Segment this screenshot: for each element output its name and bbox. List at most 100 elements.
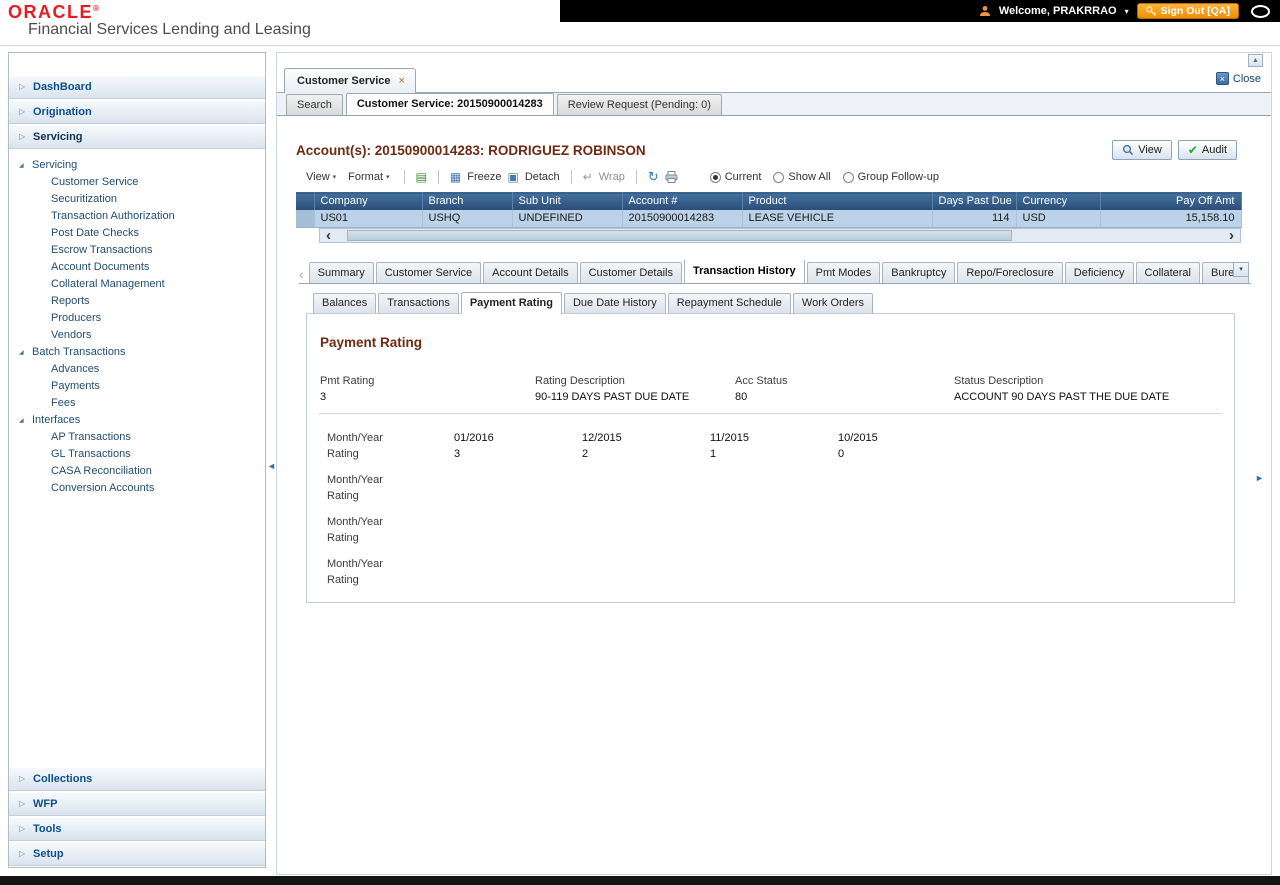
tab-customer-service-window[interactable]: Customer Service ×	[284, 68, 416, 93]
radio-dot	[709, 171, 721, 183]
tree-item-reports[interactable]: Reports	[19, 293, 265, 310]
tree-item-advances[interactable]: Advances	[19, 361, 265, 378]
tree-item-gl-transactions[interactable]: GL Transactions	[19, 446, 265, 463]
account-row[interactable]: US01 USHQ UNDEFINED 20150900014283 LEASE…	[296, 209, 1242, 228]
tab-customer-service-account[interactable]: Customer Service: 20150900014283	[345, 93, 554, 115]
oracle-logo: ORACLE®	[8, 2, 99, 22]
tab-search[interactable]: Search	[286, 94, 343, 115]
welcome-text[interactable]: Welcome, PRAKRRAO	[999, 5, 1117, 17]
col-branch[interactable]: Branch	[422, 192, 513, 210]
tab-bankruptcy[interactable]: Bankruptcy	[882, 262, 956, 283]
tree-item-transaction-authorization[interactable]: Transaction Authorization	[19, 208, 265, 225]
detach-button[interactable]: Detach	[525, 171, 560, 183]
tab-work-orders[interactable]: Work Orders	[792, 293, 874, 313]
sidebar-item-dashboard[interactable]: ▷ DashBoard	[9, 75, 265, 99]
scroll-up-button[interactable]: ▲	[1248, 54, 1263, 67]
cell-product: LEASE VEHICLE	[742, 209, 933, 228]
col-days-past-due[interactable]: Days Past Due	[932, 192, 1017, 210]
tree-item-collateral-management[interactable]: Collateral Management	[19, 276, 265, 293]
tab-pmt-modes[interactable]: Pmt Modes	[806, 262, 881, 283]
tree-item-securitization[interactable]: Securitization	[19, 191, 265, 208]
sidebar-item-collections[interactable]: ▷ Collections	[9, 767, 265, 791]
taskbar-strip	[0, 876, 1280, 885]
window-tab-bar: Customer Service × × Close	[277, 68, 1271, 93]
rating-history-row: Month/Year Rating	[327, 558, 383, 586]
col-sub-unit[interactable]: Sub Unit	[512, 192, 623, 210]
tab-payment-rating[interactable]: Payment Rating	[460, 292, 562, 314]
chevron-right-icon: ▷	[19, 824, 26, 833]
col-product[interactable]: Product	[742, 192, 933, 210]
freeze-button[interactable]: Freeze	[467, 171, 501, 183]
tab-customer-details[interactable]: Customer Details	[579, 262, 682, 283]
tab-repayment-schedule[interactable]: Repayment Schedule	[667, 293, 791, 313]
view-menu-button[interactable]: View ▾	[303, 169, 339, 185]
wrap-icon: ↵	[582, 170, 593, 184]
tabs-overflow-dropdown-icon[interactable]: ▾	[1233, 262, 1249, 277]
radio-show-all[interactable]: Show All	[773, 171, 831, 183]
product-title: Financial Services Lending and Leasing	[28, 21, 311, 38]
col-company[interactable]: Company	[314, 192, 423, 210]
tree-item-ap-transactions[interactable]: AP Transactions	[19, 429, 265, 446]
tab-account-details[interactable]: Account Details	[483, 262, 578, 283]
tab-close-icon[interactable]: ×	[399, 75, 405, 87]
tabs-scroll-left-icon[interactable]: ‹	[299, 267, 304, 281]
radio-current[interactable]: Current	[709, 171, 761, 183]
tab-summary[interactable]: Summary	[308, 262, 374, 283]
tree-node-interfaces[interactable]: ◢ Interfaces	[19, 412, 265, 429]
tab-transaction-history[interactable]: Transaction History	[683, 260, 805, 283]
tab-repo-foreclosure[interactable]: Repo/Foreclosure	[957, 262, 1063, 283]
tab-collateral[interactable]: Collateral	[1135, 262, 1200, 283]
tab-deficiency[interactable]: Deficiency	[1064, 262, 1134, 283]
tab-due-date-history[interactable]: Due Date History	[563, 293, 666, 313]
close-link[interactable]: × Close	[1215, 72, 1261, 85]
tab-customer-service[interactable]: Customer Service	[375, 262, 482, 283]
rating-history-row: Month/Year Rating	[327, 516, 383, 544]
tab-transactions[interactable]: Transactions	[378, 293, 459, 313]
tree-item-producers[interactable]: Producers	[19, 310, 265, 327]
rating-summary-fields: Pmt Rating 3 Rating Description 90-119 D…	[320, 375, 1234, 403]
col-pay-off-amt[interactable]: Pay Off Amt	[1100, 192, 1242, 210]
scroll-left-arrow-icon[interactable]: ‹	[320, 228, 337, 243]
tree-item-conversion-accounts[interactable]: Conversion Accounts	[19, 480, 265, 497]
panel-expand-icon[interactable]: ►	[1255, 473, 1264, 483]
sidebar-item-servicing[interactable]: ▷ Servicing	[9, 125, 265, 149]
tab-review-request[interactable]: Review Request (Pending: 0)	[556, 94, 722, 115]
tree-item-account-documents[interactable]: Account Documents	[19, 259, 265, 276]
tree-item-escrow-transactions[interactable]: Escrow Transactions	[19, 242, 265, 259]
sign-out-button[interactable]: Sign Out [QA]	[1136, 3, 1239, 19]
row-selector-cell[interactable]	[296, 209, 315, 228]
toolbar-separator	[635, 170, 637, 184]
app-header: ORACLE® Financial Services Lending and L…	[0, 0, 1280, 46]
tree-node-batch-transactions[interactable]: ◢ Batch Transactions	[19, 344, 265, 361]
field-acc-status: Acc Status 80	[735, 375, 788, 403]
export-to-excel-icon[interactable]: ▤	[416, 171, 427, 183]
sidebar-item-setup[interactable]: ▷ Setup	[9, 842, 265, 866]
col-currency[interactable]: Currency	[1016, 192, 1101, 210]
sidebar-item-tools[interactable]: ▷ Tools	[9, 817, 265, 841]
print-icon[interactable]	[665, 171, 678, 183]
check-icon: ✔	[1187, 143, 1198, 157]
radio-group-follow-up[interactable]: Group Follow-up	[842, 171, 939, 183]
audit-button[interactable]: ✔ Audit	[1177, 140, 1237, 160]
tree-node-servicing[interactable]: ◢ Servicing	[19, 157, 265, 174]
tree-item-customer-service[interactable]: Customer Service	[19, 174, 265, 191]
tree-item-post-date-checks[interactable]: Post Date Checks	[19, 225, 265, 242]
sidebar-item-wfp[interactable]: ▷ WFP	[9, 792, 265, 816]
col-account-no[interactable]: Account #	[622, 192, 743, 210]
tree-item-casa-reconciliation[interactable]: CASA Reconciliation	[19, 463, 265, 480]
view-button[interactable]: View	[1112, 140, 1172, 160]
tab-balances[interactable]: Balances	[313, 293, 377, 313]
tree-item-payments[interactable]: Payments	[19, 378, 265, 395]
sidebar-collapse-icon[interactable]: ◄	[267, 461, 276, 471]
format-menu-button[interactable]: Format ▾	[345, 169, 392, 185]
horizontal-scrollbar[interactable]: ‹ ›	[319, 228, 1241, 243]
cell-days-past-due: 114	[932, 209, 1017, 228]
scroll-right-arrow-icon[interactable]: ›	[1223, 228, 1240, 243]
grid-toolbar: View ▾ Format ▾ ▤ ▦ Freeze ▣ Detach ↵ Wrap…	[303, 169, 1271, 185]
wrap-button[interactable]: Wrap	[599, 171, 625, 183]
refresh-icon[interactable]: ↻	[648, 170, 659, 183]
tree-item-vendors[interactable]: Vendors	[19, 327, 265, 344]
tree-item-fees[interactable]: Fees	[19, 395, 265, 412]
sidebar-item-origination[interactable]: ▷ Origination	[9, 100, 265, 124]
scrollbar-thumb[interactable]	[347, 230, 1012, 241]
